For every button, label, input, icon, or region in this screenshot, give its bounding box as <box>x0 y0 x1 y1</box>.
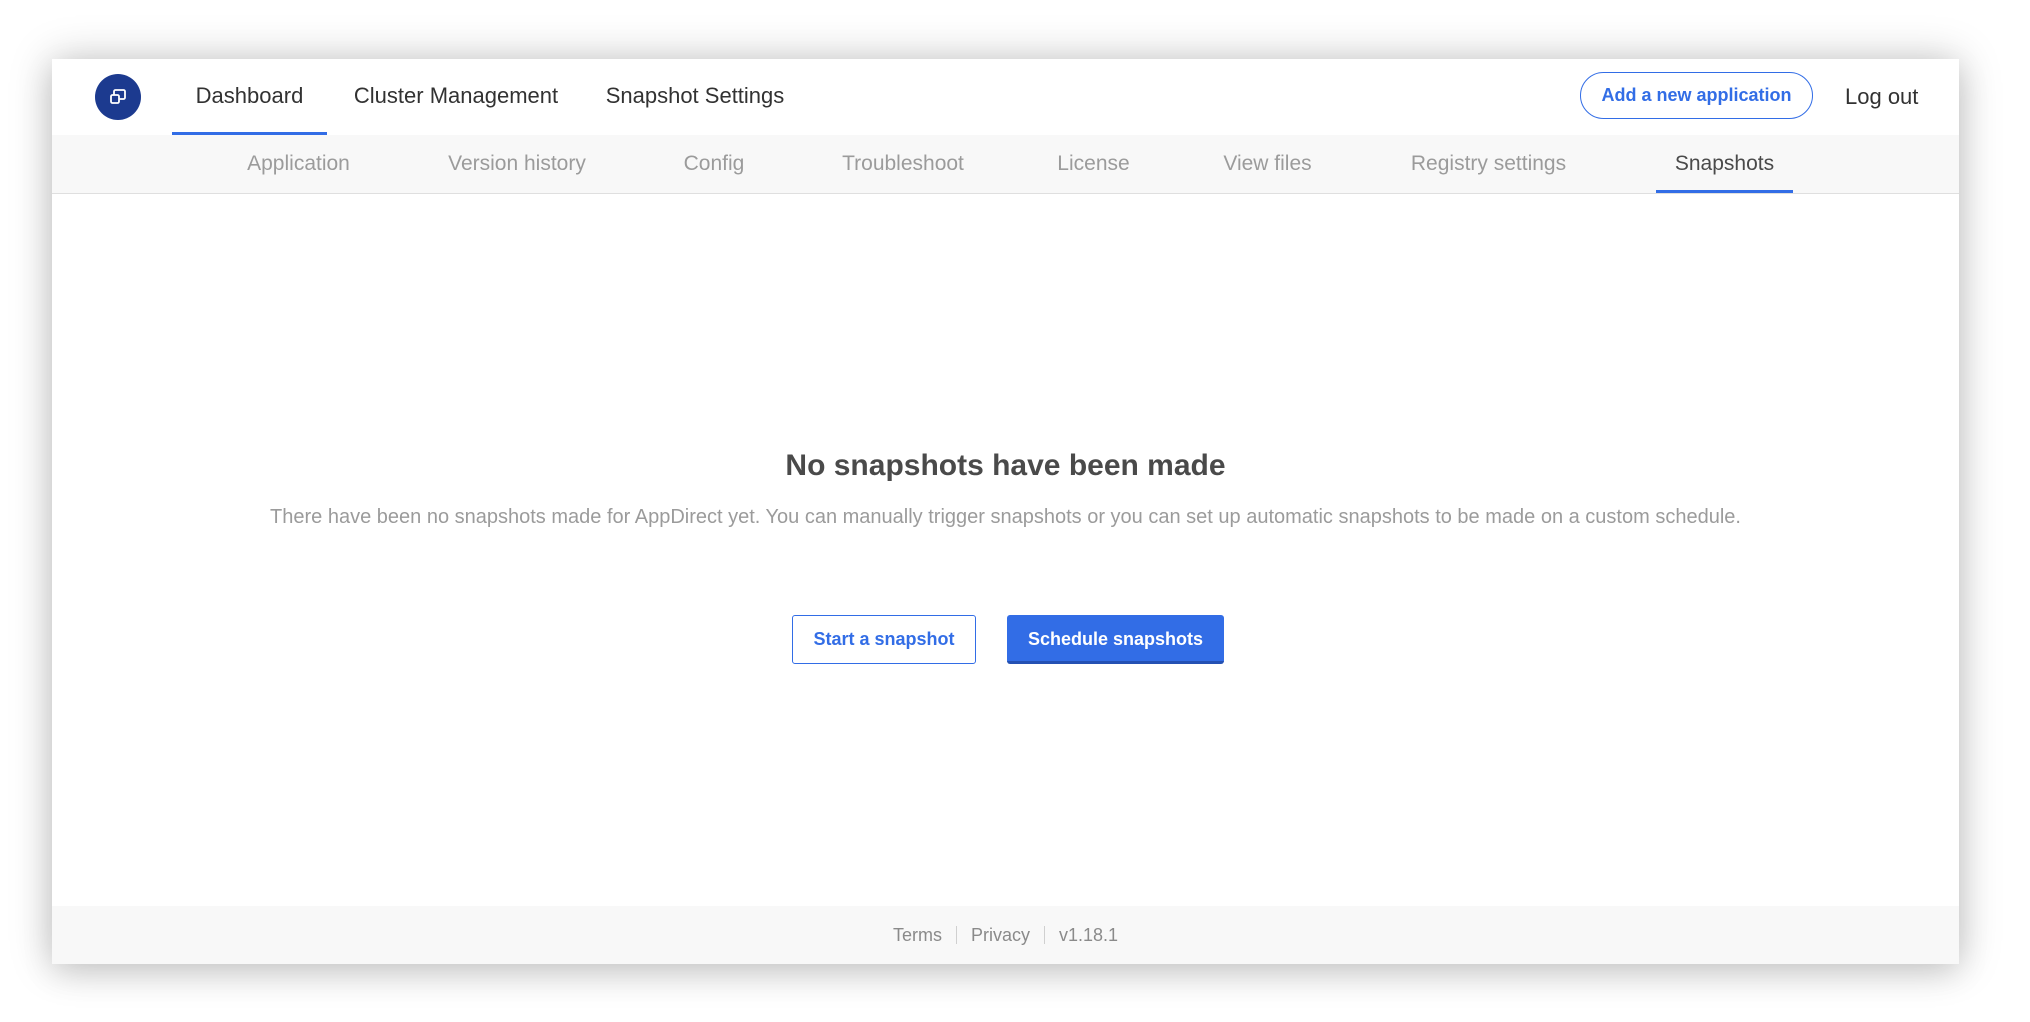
footer: Terms Privacy v1.18.1 <box>52 906 1959 964</box>
footer-privacy-link[interactable]: Privacy <box>971 925 1030 946</box>
schedule-snapshots-button[interactable]: Schedule snapshots <box>1007 615 1224 664</box>
subtab-registry-settings[interactable]: Registry settings <box>1398 135 1579 193</box>
subtab-view-files[interactable]: View files <box>1208 135 1327 193</box>
subtab-version-history[interactable]: Version history <box>435 135 599 193</box>
footer-version: v1.18.1 <box>1058 924 1119 945</box>
subtab-license[interactable]: License <box>1050 135 1137 193</box>
logout-link[interactable]: Log out <box>1845 59 1918 135</box>
screen: Dashboard Cluster Management Snapshot Se… <box>0 0 2030 1022</box>
empty-state-description: There have been no snapshots made for Ap… <box>270 506 1741 528</box>
subtab-troubleshoot[interactable]: Troubleshoot <box>827 135 979 193</box>
app-window: Dashboard Cluster Management Snapshot Se… <box>52 59 1959 964</box>
app-logo-icon[interactable] <box>95 74 141 120</box>
tab-snapshot-settings[interactable]: Snapshot Settings <box>600 59 790 135</box>
footer-terms-link[interactable]: Terms <box>893 925 942 946</box>
subtab-config[interactable]: Config <box>672 135 756 193</box>
empty-state-title: No snapshots have been made <box>785 449 1226 482</box>
add-new-application-button[interactable]: Add a new application <box>1580 72 1813 119</box>
subtab-application[interactable]: Application <box>232 135 365 193</box>
app-sub-nav: Application Version history Config Troub… <box>52 135 1959 194</box>
logo-glyph-icon <box>110 89 126 104</box>
footer-divider <box>955 926 957 944</box>
top-nav: Dashboard Cluster Management Snapshot Se… <box>52 59 1959 136</box>
footer-divider <box>1043 926 1045 944</box>
start-snapshot-button[interactable]: Start a snapshot <box>792 615 976 664</box>
tab-cluster-management[interactable]: Cluster Management <box>349 59 563 135</box>
subtab-snapshots[interactable]: Snapshots <box>1656 135 1793 193</box>
tab-dashboard[interactable]: Dashboard <box>172 59 327 135</box>
